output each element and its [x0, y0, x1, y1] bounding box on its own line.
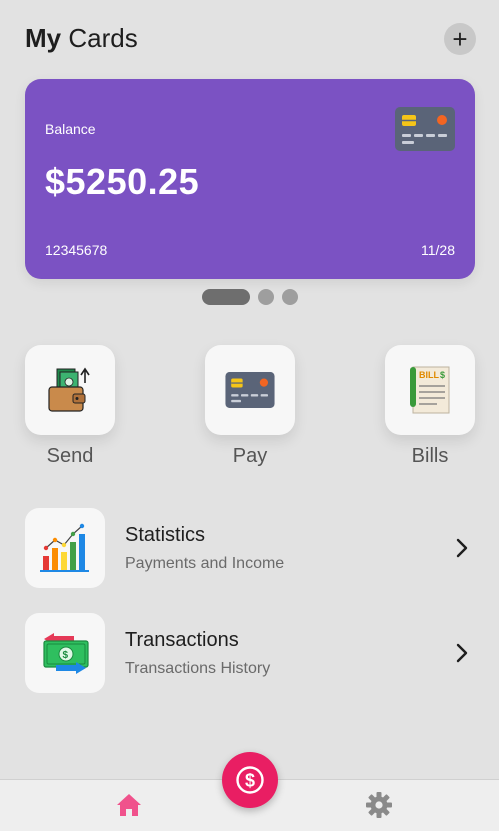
gear-icon[interactable]	[365, 791, 393, 819]
transactions-subtitle: Transactions History	[125, 660, 271, 677]
statistics-subtitle: Payments and Income	[125, 555, 285, 572]
card-pager	[0, 289, 499, 305]
card-expiry: 11/28	[421, 242, 455, 258]
credit-card-icon	[225, 372, 275, 408]
transactions-row[interactable]: $ Transactions Transactions History	[25, 613, 475, 693]
pay-action[interactable]: Pay	[205, 345, 295, 468]
transactions-title: Transactions	[125, 629, 239, 651]
statistics-tile	[25, 508, 105, 588]
svg-text:$: $	[245, 771, 255, 791]
wallet-money-icon	[48, 367, 90, 412]
balance-card[interactable]: Balance $5250.25 12345678 11/28	[25, 79, 475, 279]
pay-label: Pay	[232, 445, 268, 467]
dollar-icon: $	[236, 766, 264, 794]
svg-text:BILL: BILL	[419, 370, 439, 380]
header: My Cards +	[25, 20, 476, 56]
chevron-right-icon[interactable]	[449, 640, 475, 666]
transactions-tile: $	[25, 613, 105, 693]
send-tile[interactable]	[25, 345, 115, 435]
pay-tile[interactable]	[205, 345, 295, 435]
bills-label: Bills	[411, 445, 449, 467]
money-exchange-icon: $	[43, 633, 89, 674]
send-label: Send	[46, 445, 94, 467]
svg-text:$: $	[63, 650, 69, 661]
balance-amount: $5250.25	[45, 161, 200, 202]
balance-label: Balance	[45, 121, 96, 137]
page-title: My Cards	[25, 23, 138, 53]
send-action[interactable]: Send	[25, 345, 115, 468]
payment-fab-button[interactable]: $	[222, 752, 278, 808]
bills-action[interactable]: BILL $ Bills	[385, 345, 475, 468]
add-card-button[interactable]: +	[444, 23, 476, 55]
pager-dot[interactable]	[281, 289, 298, 305]
card-number: 12345678	[45, 242, 108, 258]
chevron-right-icon[interactable]	[449, 535, 475, 561]
plus-icon: +	[452, 24, 468, 54]
bar-chart-icon	[40, 523, 89, 572]
statistics-row[interactable]: Statistics Payments and Income	[25, 508, 475, 588]
statistics-title: Statistics	[125, 524, 206, 546]
home-icon[interactable]	[116, 793, 142, 817]
pager-dot-active[interactable]	[201, 289, 250, 305]
credit-card-icon	[395, 107, 455, 151]
bill-receipt-icon: BILL $	[410, 366, 450, 414]
pager-dot[interactable]	[257, 289, 274, 305]
bills-tile[interactable]: BILL $	[385, 345, 475, 435]
svg-text:$: $	[440, 370, 445, 380]
